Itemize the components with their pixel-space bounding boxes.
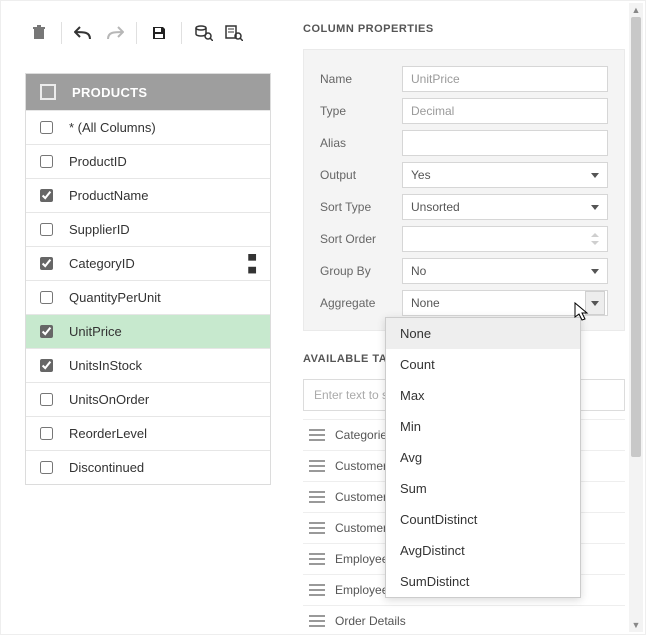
- aggregate-option[interactable]: Sum: [386, 473, 580, 504]
- name-label: Name: [320, 72, 402, 86]
- group-by-label: Group By: [320, 264, 402, 278]
- delete-button[interactable]: [25, 19, 53, 47]
- aggregate-option[interactable]: Avg: [386, 442, 580, 473]
- aggregate-option[interactable]: AvgDistinct: [386, 535, 580, 566]
- output-label: Output: [320, 168, 402, 182]
- aggregate-label: Aggregate: [320, 296, 402, 310]
- column-row[interactable]: ProductID: [26, 144, 270, 178]
- toolbar-separator: [61, 22, 62, 44]
- output-select[interactable]: Yes: [402, 162, 608, 188]
- table-header[interactable]: PRODUCTS: [26, 74, 270, 110]
- left-panel: PRODUCTS * (All Columns) ProductID Product…: [1, 1, 283, 634]
- type-label: Type: [320, 104, 402, 118]
- column-checkbox[interactable]: [40, 427, 53, 440]
- column-label: ReorderLevel: [69, 426, 147, 441]
- column-row[interactable]: UnitPrice: [26, 314, 270, 348]
- column-label: CategoryID: [69, 256, 135, 271]
- column-checkbox[interactable]: [40, 189, 53, 202]
- column-label: UnitsOnOrder: [69, 392, 149, 407]
- column-row[interactable]: UnitsInStock: [26, 348, 270, 382]
- column-label: ProductID: [69, 154, 127, 169]
- undo-button[interactable]: [70, 19, 98, 47]
- chevron-down-icon: [591, 269, 599, 274]
- column-row[interactable]: UnitsOnOrder: [26, 382, 270, 416]
- column-row[interactable]: SupplierID: [26, 212, 270, 246]
- column-checkbox[interactable]: [40, 359, 53, 372]
- column-row[interactable]: QuantityPerUnit: [26, 280, 270, 314]
- table-icon: [309, 615, 325, 627]
- column-row[interactable]: Discontinued: [26, 450, 270, 484]
- save-button[interactable]: [145, 19, 173, 47]
- sort-type-label: Sort Type: [320, 200, 402, 214]
- chevron-down-icon: [591, 205, 599, 210]
- aggregate-option[interactable]: Min: [386, 411, 580, 442]
- group-by-select[interactable]: No: [402, 258, 608, 284]
- column-label: SupplierID: [69, 222, 130, 237]
- sort-order-input[interactable]: [402, 226, 608, 252]
- column-label: ProductName: [69, 188, 148, 203]
- right-panel: COLUMN PROPERTIES NameUnitPrice TypeDeci…: [283, 1, 645, 634]
- column-properties-title: COLUMN PROPERTIES: [303, 23, 625, 35]
- column-checkbox[interactable]: [40, 223, 53, 236]
- aggregate-option[interactable]: CountDistinct: [386, 504, 580, 535]
- aggregate-option[interactable]: Max: [386, 380, 580, 411]
- column-checkbox[interactable]: [40, 291, 53, 304]
- column-checkbox[interactable]: [40, 121, 53, 134]
- sort-order-label: Sort Order: [320, 232, 402, 246]
- column-row[interactable]: ProductName: [26, 178, 270, 212]
- toolbar-separator: [181, 22, 182, 44]
- table-icon: [309, 429, 325, 441]
- column-label: UnitPrice: [69, 324, 122, 339]
- table-icon: [309, 522, 325, 534]
- select-all-checkbox[interactable]: [40, 84, 56, 100]
- query-button[interactable]: [190, 19, 218, 47]
- sort-type-select[interactable]: Unsorted: [402, 194, 608, 220]
- aggregate-option[interactable]: SumDistinct: [386, 566, 580, 597]
- column-checkbox[interactable]: [40, 325, 53, 338]
- vertical-scrollbar[interactable]: ▲ ▼: [629, 3, 643, 632]
- table-icon: [309, 460, 325, 472]
- column-label: * (All Columns): [69, 120, 156, 135]
- column-checkbox[interactable]: [40, 461, 53, 474]
- alias-input[interactable]: [402, 130, 608, 156]
- column-label: Discontinued: [69, 460, 144, 475]
- column-checkbox[interactable]: [40, 393, 53, 406]
- aggregate-dropdown-list[interactable]: NoneCountMaxMinAvgSumCountDistinctAvgDis…: [385, 317, 581, 598]
- aggregate-dropdown-button[interactable]: [585, 291, 605, 315]
- preview-button[interactable]: [220, 19, 248, 47]
- column-checkbox[interactable]: [40, 257, 53, 270]
- chevron-down-icon: [591, 173, 599, 178]
- aggregate-option[interactable]: Count: [386, 349, 580, 380]
- table-icon: [309, 584, 325, 596]
- type-field: Decimal: [402, 98, 608, 124]
- aggregate-select[interactable]: None: [402, 290, 608, 316]
- column-label: QuantityPerUnit: [69, 290, 161, 305]
- source-table: PRODUCTS * (All Columns) ProductID Product…: [25, 73, 271, 485]
- aggregate-option[interactable]: None: [386, 318, 580, 349]
- column-row[interactable]: ReorderLevel: [26, 416, 270, 450]
- redo-button[interactable]: [100, 19, 128, 47]
- table-icon: [309, 553, 325, 565]
- column-properties-panel: NameUnitPrice TypeDecimal Alias OutputYe…: [303, 49, 625, 331]
- table-icon: [309, 491, 325, 503]
- scrollbar-thumb[interactable]: [631, 17, 641, 457]
- column-label: UnitsInStock: [69, 358, 142, 373]
- chevron-down-icon: [591, 301, 599, 306]
- alias-label: Alias: [320, 136, 402, 150]
- column-row[interactable]: CategoryID ▀ ▄: [26, 246, 270, 280]
- name-field: UnitPrice: [402, 66, 608, 92]
- scroll-down-button[interactable]: ▼: [629, 618, 643, 632]
- spinner-icon[interactable]: [591, 233, 599, 245]
- toolbar-separator: [136, 22, 137, 44]
- column-checkbox[interactable]: [40, 155, 53, 168]
- table-title: PRODUCTS: [72, 85, 147, 100]
- available-table-item[interactable]: Order Details: [303, 605, 625, 636]
- column-row[interactable]: * (All Columns): [26, 110, 270, 144]
- query-builder-panel: PRODUCTS * (All Columns) ProductID Product…: [0, 0, 646, 635]
- sort-indicator-icon: ▀ ▄: [248, 258, 256, 270]
- toolbar: [25, 19, 271, 47]
- scroll-up-button[interactable]: ▲: [629, 3, 643, 17]
